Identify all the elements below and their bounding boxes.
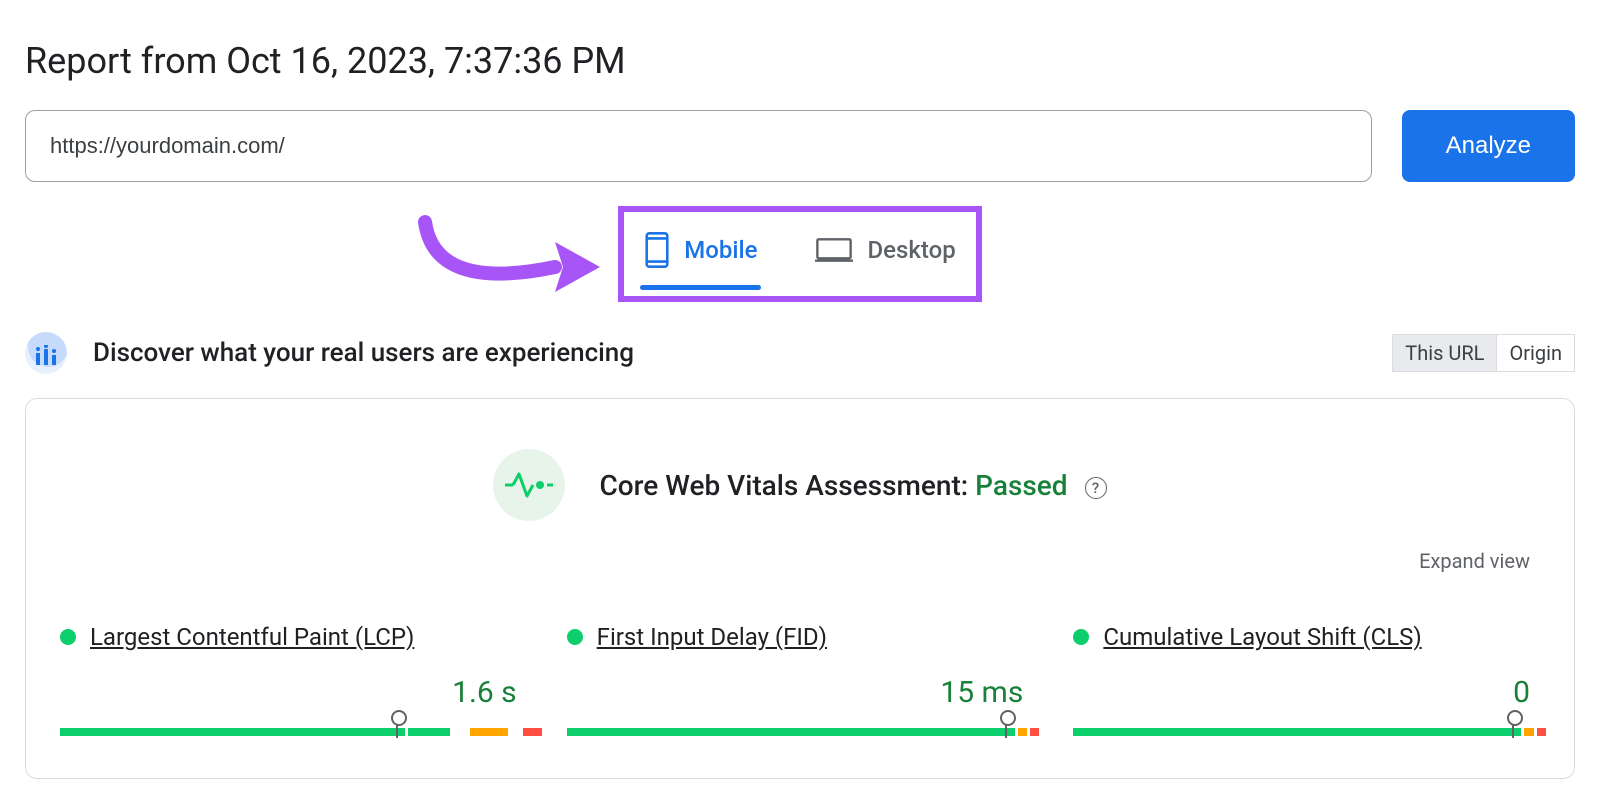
- report-title: Report from Oct 16, 2023, 7:37:36 PM: [25, 40, 1575, 82]
- device-tabs: Mobile Desktop: [25, 206, 1575, 302]
- expand-view-link[interactable]: Expand view: [60, 549, 1530, 573]
- vitals-card: Core Web Vitals Assessment: Passed ? Exp…: [25, 398, 1575, 779]
- assessment-row: Core Web Vitals Assessment: Passed ?: [60, 449, 1540, 521]
- annotation-highlight-box: Mobile Desktop: [618, 206, 981, 302]
- crux-icon: [25, 332, 67, 374]
- tab-desktop[interactable]: Desktop: [811, 222, 959, 286]
- status-dot-icon: [567, 629, 583, 645]
- assessment-label: Core Web Vitals Assessment:: [599, 469, 975, 502]
- annotation-arrow-icon: [405, 212, 605, 322]
- metric-gauge: [1073, 714, 1540, 738]
- metric-2: Cumulative Layout Shift (CLS) 0: [1073, 623, 1540, 738]
- metric-head: First Input Delay (FID): [567, 623, 1034, 651]
- metric-name-link[interactable]: Largest Contentful Paint (LCP): [90, 623, 414, 651]
- toggle-this-url[interactable]: This URL: [1393, 335, 1496, 371]
- mobile-icon: [644, 232, 670, 268]
- url-input[interactable]: [25, 110, 1372, 182]
- metric-value: 15 ms: [567, 675, 1024, 710]
- gauge-bar: [567, 728, 1034, 736]
- metric-name-link[interactable]: Cumulative Layout Shift (CLS): [1103, 623, 1421, 651]
- tab-mobile[interactable]: Mobile: [640, 222, 761, 286]
- assessment-status: Passed: [975, 469, 1067, 502]
- search-row: Analyze: [25, 110, 1575, 182]
- gauge-bar: [60, 728, 527, 736]
- metric-gauge: [567, 714, 1034, 738]
- status-dot-icon: [1073, 629, 1089, 645]
- metric-head: Cumulative Layout Shift (CLS): [1073, 623, 1540, 651]
- metric-0: Largest Contentful Paint (LCP) 1.6 s: [60, 623, 527, 738]
- analyze-button[interactable]: Analyze: [1402, 110, 1575, 182]
- metric-value: 1.6 s: [60, 675, 517, 710]
- gauge-bar: [1073, 728, 1540, 736]
- gauge-marker-icon: [396, 716, 398, 738]
- scope-toggle: This URL Origin: [1392, 334, 1575, 372]
- toggle-origin[interactable]: Origin: [1496, 335, 1574, 371]
- desktop-icon: [815, 236, 853, 264]
- gauge-marker-icon: [1005, 716, 1007, 738]
- metric-1: First Input Delay (FID) 15 ms: [567, 623, 1034, 738]
- gauge-marker-icon: [1512, 716, 1514, 738]
- discover-heading: Discover what your real users are experi…: [93, 338, 634, 368]
- metrics-grid: Largest Contentful Paint (LCP) 1.6 s First…: [60, 623, 1540, 738]
- tab-desktop-label: Desktop: [867, 236, 955, 264]
- help-icon[interactable]: ?: [1085, 477, 1107, 499]
- assessment-text: Core Web Vitals Assessment: Passed ?: [599, 469, 1106, 502]
- metric-value: 0: [1073, 675, 1530, 710]
- discover-row: Discover what your real users are experi…: [25, 332, 1575, 374]
- metric-name-link[interactable]: First Input Delay (FID): [597, 623, 827, 651]
- vitals-badge-icon: [493, 449, 565, 521]
- tab-mobile-label: Mobile: [684, 236, 757, 264]
- metric-head: Largest Contentful Paint (LCP): [60, 623, 527, 651]
- metric-gauge: [60, 714, 527, 738]
- status-dot-icon: [60, 629, 76, 645]
